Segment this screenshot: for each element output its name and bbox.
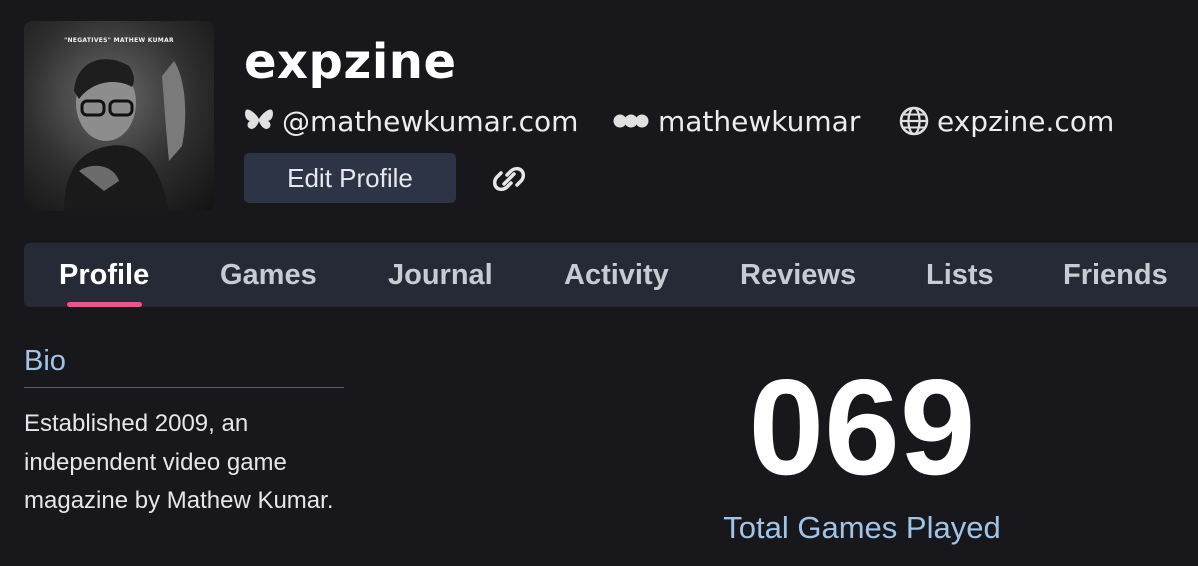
bio-text: Established 2009, an independent video g… — [24, 410, 334, 514]
active-tab-indicator — [67, 302, 142, 307]
tab-lists[interactable]: Lists — [926, 243, 994, 307]
mastodon-icon — [613, 114, 649, 128]
link-icon[interactable] — [492, 164, 526, 194]
edit-profile-button[interactable]: Edit Profile — [244, 153, 456, 203]
tab-friends[interactable]: Friends — [1063, 243, 1168, 307]
tab-journal[interactable]: Journal — [388, 243, 493, 307]
tab-activity[interactable]: Activity — [564, 243, 669, 307]
profile-tab-bar: Profile Games Journal Activity Reviews L… — [24, 243, 1198, 307]
mastodon-handle: mathewkumar — [658, 104, 861, 138]
globe-icon — [899, 106, 929, 136]
tab-profile[interactable]: Profile — [59, 243, 149, 307]
mastodon-link[interactable]: mathewkumar — [612, 104, 860, 138]
bluesky-link[interactable]: @mathewkumar.com — [244, 104, 578, 138]
bio-heading: Bio — [24, 345, 66, 377]
tab-reviews[interactable]: Reviews — [740, 243, 856, 307]
bluesky-handle: @mathewkumar.com — [282, 104, 579, 138]
website-url: expzine.com — [937, 104, 1115, 138]
total-games-count: 069 — [748, 351, 976, 503]
tab-games[interactable]: Games — [220, 243, 317, 307]
butterfly-icon — [245, 109, 273, 129]
avatar-caption: "NEGATIVES" MATHEW KUMAR — [64, 37, 174, 44]
avatar-photo — [64, 59, 186, 211]
bio-divider — [24, 387, 344, 388]
avatar[interactable]: "NEGATIVES" MATHEW KUMAR — [24, 21, 214, 211]
profile-username: expzine — [244, 34, 457, 90]
total-games-label: Total Games Played — [723, 510, 1001, 545]
website-link[interactable]: expzine.com — [899, 104, 1114, 138]
